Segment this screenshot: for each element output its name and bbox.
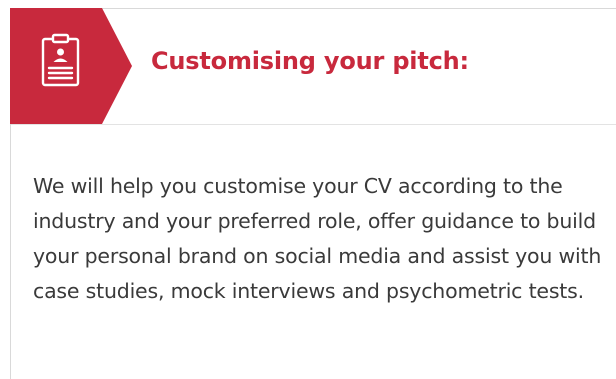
card-header: Customising your pitch:	[10, 8, 616, 125]
section-description: We will help you customise your CV accor…	[33, 174, 602, 303]
badge-arrow-shape	[10, 8, 132, 124]
header-badge	[10, 8, 132, 124]
info-card: Customising your pitch: We will help you…	[10, 8, 616, 379]
section-title: Customising your pitch:	[151, 47, 469, 75]
